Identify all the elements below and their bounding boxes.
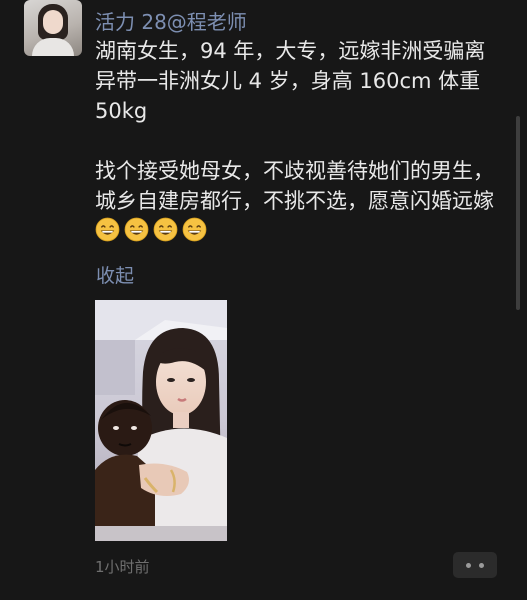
more-dots-icon-dot bbox=[479, 563, 484, 568]
more-button[interactable] bbox=[453, 552, 497, 578]
post-photo[interactable] bbox=[95, 300, 227, 541]
avatar-body bbox=[32, 38, 74, 56]
author-name[interactable]: 活力 28@程老师 bbox=[95, 6, 247, 35]
post-paragraph-1: 湖南女生，94 年，大专，远嫁非洲受骗离异带一非洲女儿 4 岁，身高 160cm… bbox=[95, 39, 486, 123]
collapse-link[interactable]: 收起 bbox=[96, 261, 134, 288]
post-body: 湖南女生，94 年，大专，远嫁非洲受骗离异带一非洲女儿 4 岁，身高 160cm… bbox=[95, 36, 505, 246]
grinning-face-icon bbox=[95, 217, 120, 242]
post-paragraph-2-text: 找个接受她母女，不歧视善待她们的男生，城乡自建房都行，不挑不选，愿意闪婚远嫁 bbox=[95, 159, 494, 213]
moment-post: 活力 28@程老师 湖南女生，94 年，大专，远嫁非洲受骗离异带一非洲女儿 4 … bbox=[0, 0, 527, 600]
more-dots-icon bbox=[466, 563, 471, 568]
post-paragraph-2: 找个接受她母女，不歧视善待她们的男生，城乡自建房都行，不挑不选，愿意闪婚远嫁 bbox=[95, 156, 505, 246]
scrollbar[interactable] bbox=[516, 116, 520, 310]
grinning-face-icon bbox=[153, 217, 178, 242]
grinning-face-icon bbox=[124, 217, 149, 242]
grinning-face-icon bbox=[182, 217, 207, 242]
avatar-face bbox=[43, 10, 63, 34]
avatar[interactable] bbox=[24, 0, 82, 56]
emoji-row bbox=[95, 217, 211, 243]
post-timestamp: 1小时前 bbox=[95, 558, 150, 576]
photo-illustration bbox=[95, 300, 227, 541]
